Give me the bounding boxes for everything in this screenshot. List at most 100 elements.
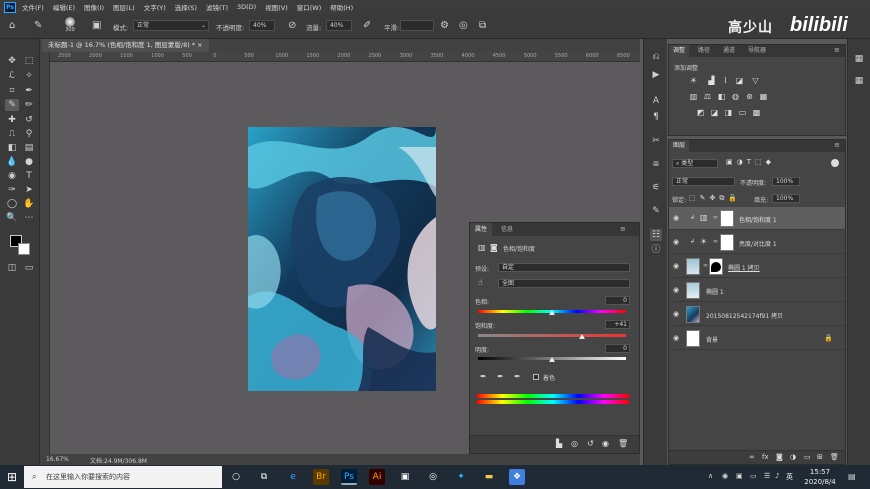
layer-name[interactable]: 20150812542174f91 拷贝 [706,311,783,320]
target-adjust-icon[interactable]: ☝ [478,278,483,287]
layer-row[interactable]: ◉ ↲ ▥ ∞ 色相/饱和度 1 [669,207,845,230]
posterize-icon[interactable]: ◪ [710,108,719,117]
eye-icon[interactable]: ◉ [673,238,679,246]
move-tool-icon[interactable]: ✥ [5,55,19,67]
trash-icon[interactable]: 🗑 [618,439,628,448]
eyedropper-tool-icon[interactable]: ✒ [22,85,36,97]
paragraph-icon[interactable]: ¶ [650,111,662,123]
character-icon[interactable]: A [650,95,662,107]
layer-row[interactable]: ◉ 椭圆 1 [669,279,845,302]
tool-presets-icon[interactable]: ✂ [650,135,662,147]
new-group-icon[interactable]: ▭ [804,453,811,461]
clone-stamp-icon[interactable]: ⎍ [5,128,19,140]
edge-icon[interactable]: e [285,469,301,485]
menu-file[interactable]: 文件(F) [22,2,44,12]
brush-settings-icon[interactable]: ▣ [92,21,101,31]
panel-menu-icon[interactable]: ≡ [620,225,626,233]
saturation-field[interactable]: +41 [605,320,630,329]
menu-layer[interactable]: 图层(L) [113,2,135,12]
hue-field[interactable]: 0 [605,296,630,305]
hue-slider-thumb[interactable] [549,310,555,315]
layer-thumbnail[interactable] [686,282,700,299]
eye-icon[interactable]: ◉ [673,262,679,270]
eye-icon[interactable]: ◉ [673,310,679,318]
layer-name[interactable]: 椭圆 1 [706,287,724,296]
layer-name[interactable]: 亮度/对比度 1 [739,239,777,248]
store-icon[interactable]: ▣ [397,469,413,485]
vibrance-icon[interactable]: ▽ [751,76,760,85]
layer-row[interactable]: ◉ ↲ ☀ ∞ 亮度/对比度 1 [669,231,845,254]
tab-channels[interactable]: 通道 [719,45,739,57]
info-icon[interactable]: ⓘ [650,244,662,256]
ime-indicator[interactable]: 英 [786,472,793,482]
dodge-tool-icon[interactable]: ● [22,156,36,168]
background-color-swatch[interactable] [18,243,30,255]
view-previous-icon[interactable]: ◎ [571,439,578,448]
airbrush-icon[interactable]: ✐ [363,21,371,31]
menu-help[interactable]: 帮助(H) [330,2,353,12]
layer-filter-select[interactable]: ⌕ 类型 [672,159,718,168]
app-icon[interactable]: ✦ [453,469,469,485]
ellipse-tool-icon[interactable]: ◯ [5,198,19,210]
levels-icon[interactable]: ▟ [707,76,716,85]
selective-color-icon[interactable]: ▩ [752,108,761,117]
windows-start-icon[interactable]: ⊞ [0,465,24,489]
art-brush-icon[interactable]: ⚲ [22,128,36,140]
layer-name[interactable]: 背景 [706,335,718,344]
fill-field[interactable]: 100% [772,194,800,203]
trash-icon[interactable]: 🗑 [830,453,839,461]
reset-icon[interactable]: ↺ [587,439,594,448]
saturation-slider[interactable] [478,334,626,337]
swatches-icon[interactable]: ▦ [853,75,865,87]
healing-tool-icon[interactable]: ✚ [5,114,19,126]
libraries-icon[interactable]: ⧈ [650,158,662,170]
pressure-opacity-icon[interactable]: ⊘ [288,21,296,31]
gear-icon[interactable]: ⚙ [440,21,449,31]
zoom-tool-icon[interactable]: 🔍 [5,212,19,224]
opacity-field[interactable]: 40% [249,20,275,31]
lightness-field[interactable]: 0 [605,344,630,353]
threshold-icon[interactable]: ◨ [724,108,733,117]
menu-image[interactable]: 图像(I) [84,2,104,12]
flow-field[interactable]: 40% [326,20,352,31]
sponge-tool-icon[interactable]: ◉ [5,170,19,182]
layer-thumbnail[interactable] [686,330,700,347]
volume-icon[interactable]: ♪ [775,472,779,480]
eyedropper-minus-icon[interactable]: ✒ [514,372,521,381]
menu-filter[interactable]: 滤镜(T) [206,2,228,12]
lock-icons[interactable]: ⬚✎✥⧉🔒 [689,194,741,203]
layer-style-icon[interactable]: fx [762,453,769,461]
tab-properties[interactable]: 属性 [470,223,493,236]
bridge-icon[interactable]: Br [313,469,329,485]
photo-filter-icon[interactable]: ◍ [731,92,740,101]
layer-name[interactable]: 色相/饱和度 1 [739,215,777,224]
type-tool-icon[interactable]: T [22,170,36,182]
pressure-size-icon[interactable]: ◎ [459,21,468,31]
magic-wand-icon[interactable]: ✧ [22,70,36,82]
marquee-tool-icon[interactable]: ⬚ [22,55,36,67]
blend-mode-select[interactable]: 正常 [672,177,735,186]
layer-thumbnail[interactable] [686,306,700,323]
saturation-slider-thumb[interactable] [578,334,585,339]
hand-tool-icon[interactable]: ✋ [22,198,36,210]
menu-edit[interactable]: 编辑(E) [53,2,75,12]
link-icon[interactable]: ∞ [703,262,708,269]
photoshop-taskbar-icon[interactable]: Ps [341,469,357,485]
eyedropper-plus-icon[interactable]: ✒ [497,372,504,381]
task-view-icon[interactable]: ⧉ [256,469,272,485]
eyedropper-icon[interactable]: ✒ [480,372,487,381]
crop-tool-icon[interactable]: ⌗ [5,85,19,97]
eye-icon[interactable]: ◉ [673,334,679,342]
file-explorer-icon[interactable]: ▬ [481,469,497,485]
document-canvas[interactable] [248,127,436,391]
eraser-tool-icon[interactable]: ◧ [5,142,19,154]
symmetry-icon[interactable]: ⧉ [479,21,486,31]
visibility-icon[interactable]: ◉ [602,439,609,448]
clip-to-layer-icon[interactable]: ▙ [556,439,562,448]
color-panel-icon[interactable]: ▦ [853,53,865,65]
zoom-level[interactable]: 16.67% [46,456,69,463]
new-adjustment-icon[interactable]: ◑ [790,453,796,461]
screen-mode-icon[interactable]: ▭ [22,262,36,274]
tab-navigator[interactable]: 导航器 [744,45,770,57]
eye-icon[interactable]: ◉ [673,286,679,294]
